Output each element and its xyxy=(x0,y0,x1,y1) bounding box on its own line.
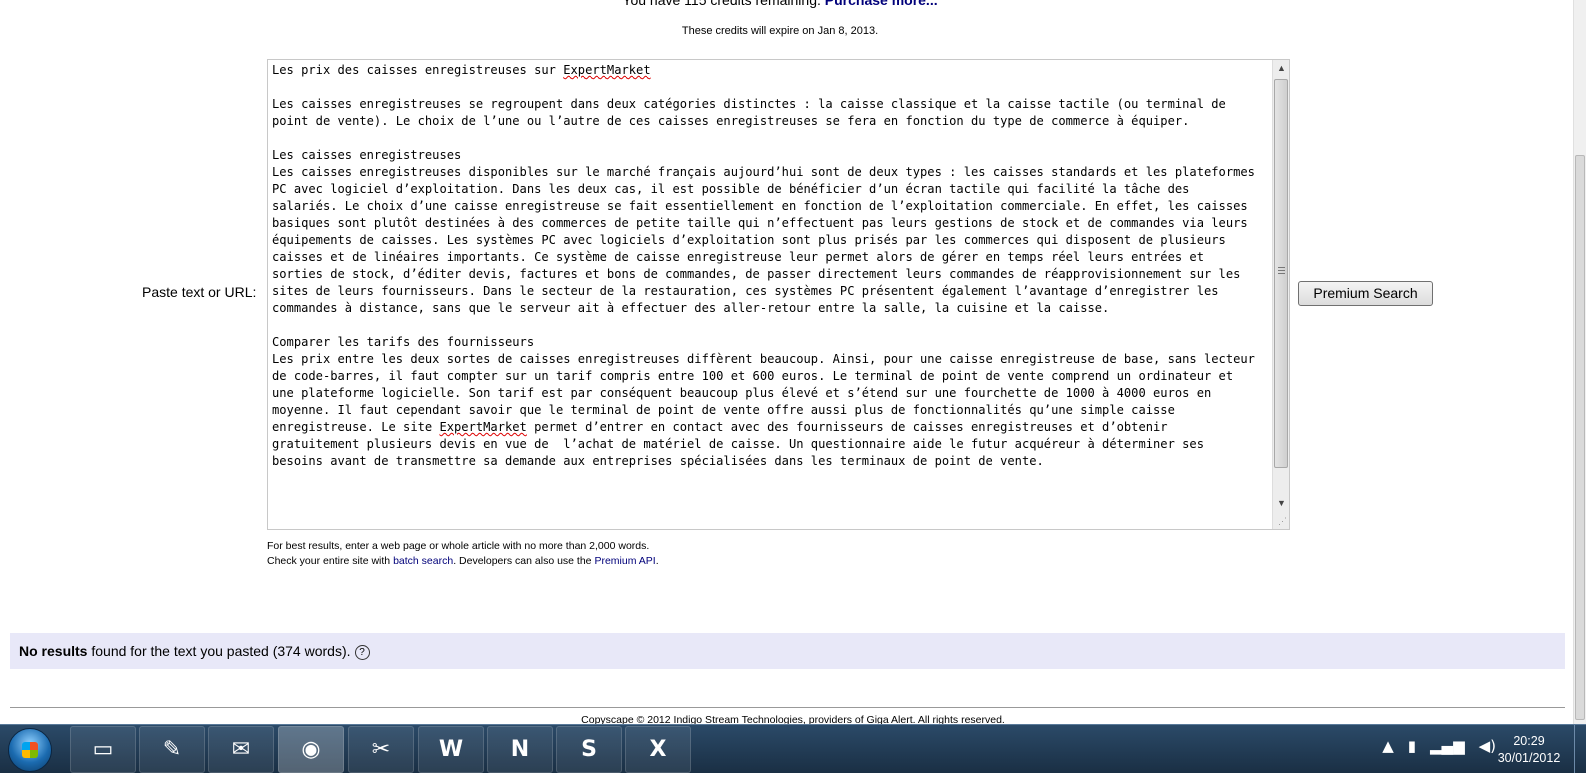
thunderbird-icon[interactable]: ✉ xyxy=(208,726,274,773)
paste-label: Paste text or URL: xyxy=(142,284,257,300)
start-button[interactable] xyxy=(8,728,52,772)
resize-grip-icon[interactable]: ⋰ xyxy=(1278,516,1287,527)
text-paragraph: Les caisses enregistreuses disponibles s… xyxy=(272,165,1263,315)
explorer-icon[interactable]: ▭ xyxy=(70,726,136,773)
credits-remaining: You have 115 credits remaining. Purchase… xyxy=(0,0,1560,8)
network-signal-icon[interactable]: ▂▄▆ xyxy=(1430,737,1465,755)
result-rest: found for the text you pasted (374 words… xyxy=(87,643,351,659)
premium-api-link[interactable]: Premium API xyxy=(594,555,655,567)
batch-search-link[interactable]: batch search xyxy=(393,555,453,567)
hint-line-1: For best results, enter a web page or wh… xyxy=(267,540,650,552)
onenote-icon[interactable]: N xyxy=(487,726,553,773)
purchase-more-link[interactable]: Purchase more... xyxy=(825,0,938,8)
hint-text: Check your entire site with xyxy=(267,555,394,567)
hint-text: . xyxy=(655,555,659,567)
result-text: No results found for the text you pasted… xyxy=(19,643,370,660)
scroll-up-arrow-icon[interactable]: ▲ xyxy=(1273,60,1290,77)
premium-search-button[interactable]: Premium Search xyxy=(1298,281,1433,306)
hint-text: . Developers can also use the xyxy=(453,555,595,567)
clock-time: 20:29 xyxy=(1513,734,1545,748)
brand-word: ExpertMarket xyxy=(563,63,651,77)
text-paragraph: Les caisses enregistreuses se regroupent… xyxy=(272,97,1234,128)
brand-word: ExpertMarket xyxy=(439,420,527,434)
text-title: Les prix des caisses enregistreuses sur xyxy=(272,63,564,77)
page-scroll-thumb[interactable] xyxy=(1575,155,1585,720)
textarea-scrollbar[interactable]: ▲ ▼ xyxy=(1272,60,1289,529)
credits-text: You have 115 credits remaining. xyxy=(622,0,821,8)
footer-divider xyxy=(10,707,1565,708)
notepad-icon[interactable]: ✎ xyxy=(139,726,205,773)
system-clock[interactable]: 20:29 30/01/2012 xyxy=(1484,733,1574,767)
credits-expire: These credits will expire on Jan 8, 2013… xyxy=(681,25,879,37)
result-bold: No results xyxy=(19,643,88,659)
page-scrollbar[interactable] xyxy=(1573,0,1586,724)
firefox-icon[interactable]: ◉ xyxy=(278,726,344,773)
help-icon[interactable]: ? xyxy=(354,644,370,660)
excel-icon[interactable]: X xyxy=(625,726,691,773)
scroll-down-arrow-icon[interactable]: ▼ xyxy=(1273,495,1290,512)
search-hints: For best results, enter a web page or wh… xyxy=(267,539,659,569)
text-input-area[interactable]: Les prix des caisses enregistreuses sur … xyxy=(267,59,1290,530)
show-desktop-button[interactable] xyxy=(1574,725,1586,773)
skype-icon[interactable]: S xyxy=(556,726,622,773)
scroll-thumb[interactable] xyxy=(1274,79,1288,468)
hint-line-2: Check your entire site with batch search… xyxy=(267,554,659,569)
snipping-tool-icon[interactable]: ✂ xyxy=(348,726,414,773)
text-heading: Les caisses enregistreuses xyxy=(272,148,462,162)
battery-icon[interactable]: ▮ xyxy=(1408,737,1416,755)
system-tray: ▲ ▮ ▂▄▆ ◀) xyxy=(1368,737,1496,755)
pasted-text[interactable]: Les prix des caisses enregistreuses sur … xyxy=(272,62,1262,470)
result-banner: No results found for the text you pasted… xyxy=(10,633,1565,669)
text-heading: Comparer les tarifs des fournisseurs xyxy=(272,335,535,349)
taskbar: ▭ ✎ ✉ ◉ ✂ W N S X ▲ ▮ ▂▄▆ ◀) 20:29 30/01/20… xyxy=(0,724,1586,773)
clock-date: 30/01/2012 xyxy=(1497,751,1561,765)
word-icon[interactable]: W xyxy=(418,726,484,773)
show-hidden-icons-icon[interactable]: ▲ xyxy=(1382,737,1394,755)
grip-icon xyxy=(1278,267,1285,274)
